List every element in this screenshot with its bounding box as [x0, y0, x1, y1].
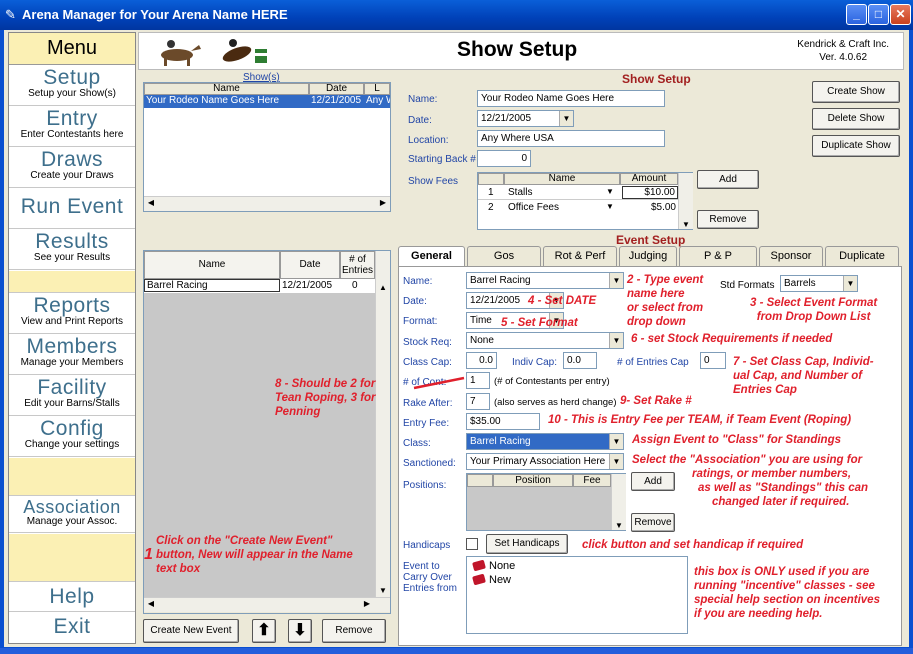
annotation-4: 4 - Set DATE: [528, 295, 597, 307]
annotation-line: [413, 376, 465, 390]
annotation-3-line2: from Drop Down List: [756, 311, 871, 323]
annotation-10: 10 - This is Entry Fee per TEAM, if Team…: [548, 414, 852, 426]
annotation-5: 5 - Set Format: [501, 317, 578, 329]
annotation-8-line1: 8 - Should be 2 for: [275, 378, 376, 390]
annotation-14-line3: special help section on incentives: [694, 594, 880, 606]
annotation-9: 9- Set Rake #: [620, 395, 692, 407]
annotation-1: Click on the "Create New Event" button, …: [156, 534, 353, 576]
annotation-1-line2: button, New will appear in the Name: [156, 549, 353, 561]
annotation-3: 3 - Select Event Format from Drop Down L…: [750, 296, 877, 324]
annotation-2: 2 - Type event name here or select from …: [627, 273, 703, 329]
annotation-12-line3: as well as "Standings" this can: [698, 482, 869, 494]
annotation-12-line4: changed later if required.: [712, 496, 850, 508]
annotation-14-line2: running "incentive" classes - see: [694, 580, 875, 592]
annotation-2-line3: or select from: [627, 302, 704, 314]
annotation-12: Select the "Association" you are using f…: [632, 453, 868, 509]
annotation-7-line2: ual Cap, and Number of: [733, 370, 863, 382]
annotation-7: 7 - Set Class Cap, Individ- ual Cap, and…: [733, 355, 874, 397]
annotation-7-line1: 7 - Set Class Cap, Individ-: [733, 356, 874, 368]
annotation-12-line2: ratings, or member numbers,: [692, 468, 852, 480]
annotation-13: click button and set handicap if require…: [582, 539, 804, 551]
annotation-12-line1: Select the "Association" you are using f…: [632, 454, 863, 466]
annotation-7-line3: Entries Cap: [733, 384, 797, 396]
annotation-2-line2: name here: [627, 288, 685, 300]
annotation-14-line1: this box is ONLY used if you are: [694, 566, 870, 578]
annotation-2-line4: drop down: [627, 316, 686, 328]
annotation-1-line1: Click on the "Create New Event": [156, 535, 333, 547]
annotation-8: 8 - Should be 2 for Tean Roping, 3 for P…: [275, 377, 376, 419]
taskbar: [0, 648, 913, 654]
annotation-1-number: 1: [144, 546, 153, 563]
annotation-14: this box is ONLY used if you are running…: [694, 565, 880, 621]
annotation-8-line2: Tean Roping, 3 for: [275, 392, 376, 404]
annotation-14-line4: if you are needing help.: [694, 608, 823, 620]
annotation-1-line3: text box: [156, 563, 201, 575]
annotation-8-line3: Penning: [275, 406, 321, 418]
annotation-3-line1: 3 - Select Event Format: [750, 297, 878, 309]
annotation-2-line1: 2 - Type event: [627, 274, 704, 286]
annotation-11: Assign Event to "Class" for Standings: [632, 434, 841, 446]
annotation-6: 6 - set Stock Requirements if needed: [631, 333, 833, 345]
